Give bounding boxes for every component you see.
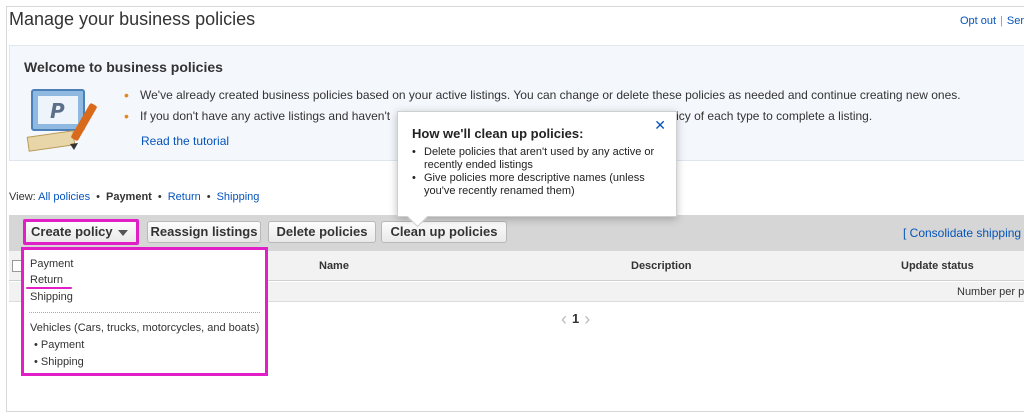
tooltip-title: How we'll clean up policies: <box>412 126 584 141</box>
menu-vehicles-heading: Vehicles (Cars, trucks, motorcycles, and… <box>30 322 260 334</box>
return-underline-annotation <box>26 287 72 289</box>
chevron-down-icon <box>118 230 128 236</box>
current-page-number[interactable]: 1 <box>572 311 579 326</box>
column-update-status[interactable]: Update status <box>901 260 974 272</box>
pagination: ‹ 1 › <box>561 309 590 330</box>
read-tutorial-link[interactable]: Read the tutorial <box>141 134 229 148</box>
prev-page-icon[interactable]: ‹ <box>561 309 567 329</box>
consolidate-shipping-link[interactable]: [ Consolidate shipping <box>903 226 1021 240</box>
clean-up-policies-button[interactable]: Clean up policies <box>381 221 507 243</box>
menu-divider <box>29 312 260 313</box>
opt-out-link[interactable]: Opt out <box>960 15 996 27</box>
welcome-title: Welcome to business policies <box>24 59 223 75</box>
link-separator: | <box>1000 15 1003 27</box>
column-description[interactable]: Description <box>631 260 692 272</box>
column-name[interactable]: Name <box>319 260 349 272</box>
page-title: Manage your business policies <box>9 9 256 29</box>
menu-item-vehicle-shipping[interactable]: Shipping <box>34 356 84 368</box>
cleanup-tooltip: How we'll clean up policies: ✕ Delete po… <box>397 111 677 217</box>
view-filter-bar: View: All policies • Payment • Return • Shippi… <box>9 191 260 203</box>
view-shipping[interactable]: Shipping <box>217 191 260 203</box>
close-icon[interactable]: ✕ <box>654 117 666 134</box>
next-page-icon[interactable]: › <box>584 309 590 329</box>
policy-manager-page: Manage your business policies Opt out | Se… <box>6 6 1024 412</box>
menu-item-payment[interactable]: Payment <box>30 258 73 270</box>
policy-toolbar: Create policy Reassign listings Delete p… <box>9 215 1024 251</box>
reassign-listings-button[interactable]: Reassign listings <box>147 221 261 243</box>
create-policy-label: Create policy <box>31 224 113 239</box>
tooltip-item-1: Delete policies that aren't used by any … <box>412 146 670 172</box>
view-return[interactable]: Return <box>168 191 201 203</box>
number-per-page-label: Number per p <box>957 286 1024 298</box>
view-all-policies[interactable]: All policies <box>38 191 90 203</box>
menu-item-vehicle-payment[interactable]: Payment <box>34 339 84 351</box>
truncated-link[interactable]: Ser <box>1007 15 1024 27</box>
view-label: View: <box>9 191 36 203</box>
tooltip-list: Delete policies that aren't used by any … <box>412 146 670 198</box>
top-links: Opt out | Ser <box>960 15 1024 27</box>
view-payment[interactable]: Payment <box>106 191 152 203</box>
create-policy-button[interactable]: Create policy <box>23 219 139 245</box>
create-policy-menu: Payment Return Shipping Vehicles (Cars, … <box>21 247 268 376</box>
menu-item-shipping[interactable]: Shipping <box>30 291 73 303</box>
menu-item-return[interactable]: Return <box>30 274 63 286</box>
svg-text:P: P <box>50 99 65 123</box>
welcome-bullet-1: We've already created business policies … <box>124 87 961 108</box>
tooltip-item-2: Give policies more descriptive names (un… <box>412 172 670 198</box>
welcome-bullet-2-tail: policy of each type to complete a listin… <box>660 109 873 123</box>
delete-policies-button[interactable]: Delete policies <box>268 221 376 243</box>
welcome-bullet-2-text: If you don't have any active listings an… <box>140 109 391 123</box>
policy-document-pen-icon: P <box>26 89 97 152</box>
